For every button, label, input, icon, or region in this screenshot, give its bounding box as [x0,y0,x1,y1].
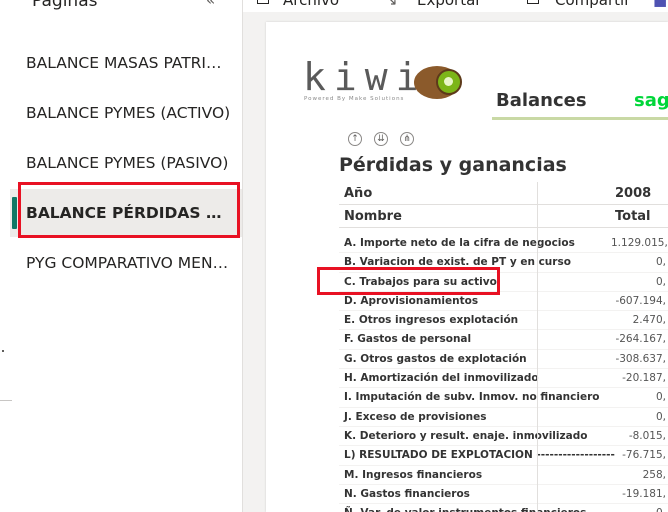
row-value: 0, [655,275,666,288]
table-row[interactable]: M. Ingresos financieros 258, [339,466,668,485]
row-value: -607.194, [615,294,666,307]
row-value: 0, [655,410,666,423]
page-item-balance-pymes-pasivo[interactable]: BALANCE PYMES (PASIVO) [26,154,231,172]
row-name: I. Imputación de subv. Inmov. no financi… [344,391,600,404]
expand-all-icon[interactable]: ⇊ [374,132,388,146]
pnl-table[interactable]: Año 2008 Nombre Total A. Importe neto de… [339,182,668,512]
page-item-balance-pymes-activo[interactable]: BALANCE PYMES (ACTIVO) [26,104,231,122]
table-name-header: Nombre Total [339,205,668,228]
row-name: H. Amortización del inmovilizado [344,372,539,385]
row-value: -8.015, [628,429,666,442]
row-value: -20.187, [622,372,666,385]
pages-pane: Páginas « BALANCE MASAS PATRIMONIALES BA… [0,0,243,512]
row-value: 0, [655,256,666,269]
row-name: F. Gastos de personal [344,333,472,346]
row-name: A. Importe neto de la cifra de negocios [344,237,575,249]
table-year-header: Año 2008 [339,182,668,205]
teams-icon[interactable]: ■ [653,0,667,9]
table-row[interactable]: F. Gastos de personal -264.167, [339,330,668,350]
archivo-menu[interactable]: Archivo [283,0,339,9]
divider-line [0,400,12,401]
table-row[interactable]: H. Amortización del inmovilizado -20.187, [339,369,668,389]
table-row[interactable]: K. Deterioro y result. enaje. inmoviliza… [339,427,668,447]
row-value: 1.129.015, [611,237,668,249]
row-value: 258, [642,468,666,481]
row-name: N. Gastos financieros [344,487,470,500]
table-row[interactable]: Ñ. Var. de valor instrumentos financiero… [339,504,668,512]
active-page-indicator [12,197,17,229]
table-row[interactable]: L) RESULTADO DE EXPLOTACION ------------… [339,446,668,466]
row-value: 0, [611,507,666,512]
report-toolbar: Archivo ↘ Exportar Compartir ■ [243,0,668,12]
table-title: Pérdidas y ganancias [339,154,567,176]
file-icon [257,0,269,4]
highlight-box-row [317,267,500,295]
page-item-balance-masas[interactable]: BALANCE MASAS PATRIMONIALES [26,54,231,72]
exportar-menu[interactable]: Exportar [417,0,481,9]
drill-up-icon[interactable]: ↑ [348,132,362,146]
row-name: E. Otros ingresos explotación [344,314,519,327]
table-row[interactable]: A. Importe neto de la cifra de negocios 1… [339,234,668,254]
row-name: G. Otros gastos de explotación [344,352,527,365]
header-title: Balances [496,90,587,111]
name-column-label[interactable]: Nombre [344,209,402,224]
page-item-pyg-comparativo[interactable]: PYG COMPARATIVO MENSUAL [26,254,231,272]
compartir-button[interactable]: Compartir [555,0,630,9]
row-value: -19.181, [622,487,666,500]
collapse-pane-icon[interactable]: « [206,0,215,9]
row-value: 2.470, [632,314,666,327]
table-row[interactable]: E. Otros ingresos explotación 2.470, [339,311,668,331]
year-column-label: Año [344,186,373,201]
row-name: Ñ. Var. de valor instrumentos financiero… [344,507,586,512]
kiwi-logo-text: kiwi [303,55,427,99]
row-value: -76.715, [622,449,666,462]
row-name: M. Ingresos financieros [344,468,483,481]
row-name: K. Deterioro y result. enaje. inmoviliza… [344,429,588,442]
row-value: -308.637, [615,352,666,365]
year-column-value: 2008 [615,186,652,201]
column-divider [537,182,538,512]
total-column-label[interactable]: Total [615,209,651,224]
table-row[interactable]: G. Otros gastos de explotación -308.637, [339,350,668,370]
table-row[interactable]: J. Exceso de provisiones 0, [339,408,668,427]
share-icon [527,0,539,4]
highlight-box-sidebar [18,182,240,238]
row-value: -264.167, [615,333,666,346]
divider-dot [2,350,4,352]
brand-logo: sag [634,90,668,111]
table-row[interactable]: I. Imputación de subv. Inmov. no financi… [339,388,668,408]
row-name: L) RESULTADO DE EXPLOTACION ------------… [344,449,615,462]
row-name: J. Exceso de provisiones [344,410,487,423]
kiwi-core-icon [444,77,453,86]
row-name: D. Aprovisionamientos [344,294,479,307]
table-row[interactable]: N. Gastos financieros -19.181, [339,485,668,505]
kiwi-logo-subtitle: Powered By Make Solutions [304,96,405,102]
row-value: 0, [655,391,666,404]
header-underline [492,117,668,120]
pages-pane-title: Páginas [32,0,98,11]
expand-hierarchy-icon[interactable]: ⋔ [400,132,414,146]
export-arrow-icon: ↘ [385,0,398,9]
